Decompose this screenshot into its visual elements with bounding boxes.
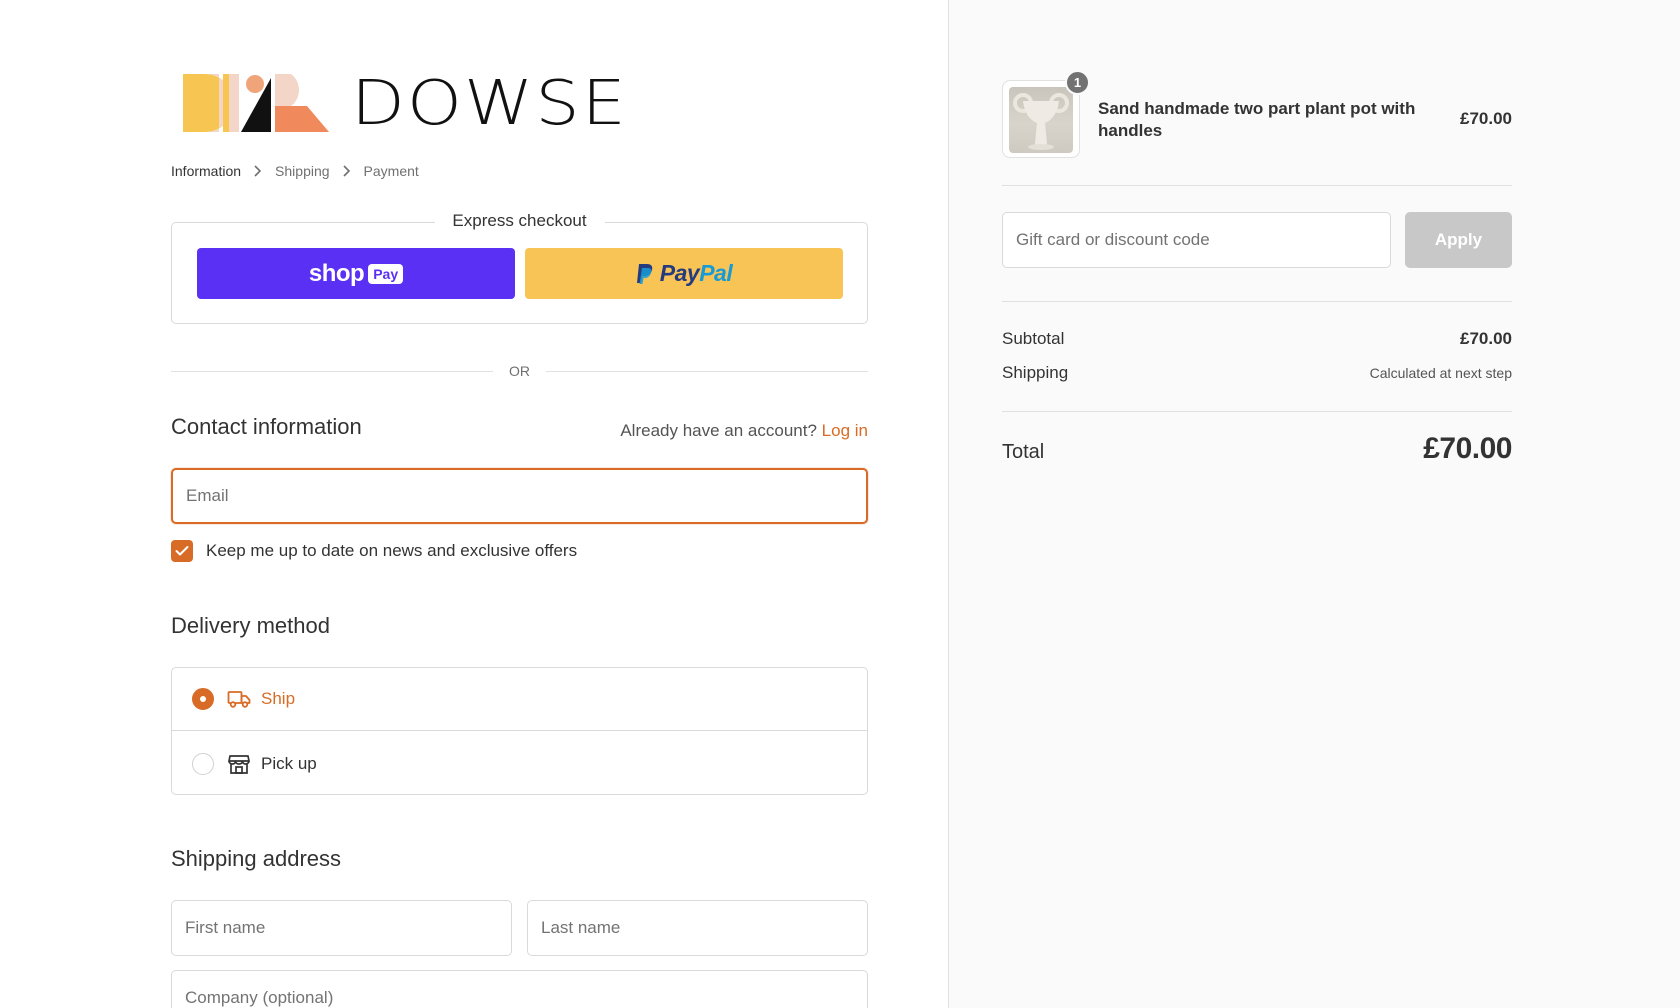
ship-label: Ship xyxy=(261,689,296,708)
delivery-option-ship[interactable]: Ship xyxy=(172,668,867,731)
pickup-radio[interactable] xyxy=(192,752,214,775)
company-field[interactable] xyxy=(171,970,868,1008)
newsletter-checkbox[interactable] xyxy=(171,540,193,562)
quantity-badge: 1 xyxy=(1065,70,1090,95)
chevron-right-icon xyxy=(250,163,266,179)
summary-divider xyxy=(1002,185,1512,186)
subtotal-label: Subtotal xyxy=(1002,329,1065,348)
shipping-address-heading: Shipping address xyxy=(171,846,342,871)
product-price: £70.00 xyxy=(1460,109,1512,128)
subtotal-row: Subtotal £70.00 xyxy=(1002,329,1512,349)
newsletter-label: Keep me up to date on news and exclusive… xyxy=(206,541,578,560)
shipping-label: Shipping xyxy=(1002,363,1069,382)
order-summary-panel: 1 Sand handmade two part plant pot with … xyxy=(949,0,1680,1008)
newsletter-checkbox-row[interactable]: Keep me up to date on news and exclusive… xyxy=(171,540,577,562)
total-value: £70.00 xyxy=(1423,432,1512,465)
express-checkout-panel: Express checkout shop Pay PayPal xyxy=(171,211,868,324)
ship-radio[interactable] xyxy=(192,688,214,710)
checkout-main-panel: DOWSE Information Shipping Payment Expre… xyxy=(0,0,949,1008)
delivery-method-options: Ship Pick up xyxy=(171,667,868,795)
account-prompt: Already have an account? Log in xyxy=(620,421,868,441)
delivery-method-heading: Delivery method xyxy=(171,613,330,638)
breadcrumb: Information Shipping Payment xyxy=(171,163,419,179)
paypal-wordmark: PayPal xyxy=(659,260,733,287)
paypal-icon xyxy=(636,263,653,284)
email-field[interactable] xyxy=(171,468,868,524)
chevron-right-icon xyxy=(339,163,355,179)
summary-divider xyxy=(1002,411,1512,412)
shop-pay-wordmark: shop xyxy=(308,259,365,287)
breadcrumb-information[interactable]: Information xyxy=(171,163,241,179)
checkmark-icon xyxy=(175,546,189,556)
store-icon xyxy=(227,752,251,776)
discount-code-field[interactable] xyxy=(1002,212,1391,268)
product-name: Sand handmade two part plant pot with ha… xyxy=(1098,99,1416,140)
radio-dot xyxy=(200,696,206,702)
login-link[interactable]: Log in xyxy=(822,421,868,440)
paypal-wordmark-pal: Pal xyxy=(699,260,733,286)
shipping-value: Calculated at next step xyxy=(1369,365,1512,381)
pickup-label: Pick up xyxy=(261,753,317,773)
paypal-button[interactable]: PayPal xyxy=(525,248,843,299)
brand-logo[interactable]: DOWSE xyxy=(179,70,628,136)
breadcrumb-shipping[interactable]: Shipping xyxy=(275,163,330,179)
divider-line xyxy=(546,371,868,372)
total-row: Total £70.00 xyxy=(1002,432,1512,466)
subtotal-value: £70.00 xyxy=(1460,329,1512,348)
summary-divider xyxy=(1002,301,1512,302)
logo-mark-icon xyxy=(183,74,329,132)
apply-discount-button[interactable]: Apply xyxy=(1405,212,1512,268)
contact-information-heading: Contact information xyxy=(171,414,362,439)
shop-pay-badge: Pay xyxy=(368,263,404,284)
cart-line-item: 1 Sand handmade two part plant pot with … xyxy=(1002,70,1512,160)
breadcrumb-payment[interactable]: Payment xyxy=(364,163,419,179)
product-thumbnail: 1 xyxy=(1002,70,1090,158)
delivery-option-pickup[interactable]: Pick up xyxy=(172,732,867,795)
product-image xyxy=(1009,87,1073,153)
shipping-row: Shipping Calculated at next step xyxy=(1002,363,1512,383)
truck-icon xyxy=(227,687,251,711)
last-name-field[interactable] xyxy=(527,900,868,956)
first-name-field[interactable] xyxy=(171,900,512,956)
logo-wordmark: DOWSE xyxy=(351,66,628,140)
total-label: Total xyxy=(1002,441,1045,463)
or-divider: OR xyxy=(171,360,868,382)
shop-pay-button[interactable]: shop Pay xyxy=(197,248,515,299)
paypal-wordmark-pay: Pay xyxy=(659,260,700,286)
account-prompt-text: Already have an account? xyxy=(620,421,817,440)
express-checkout-title: Express checkout xyxy=(434,211,605,231)
